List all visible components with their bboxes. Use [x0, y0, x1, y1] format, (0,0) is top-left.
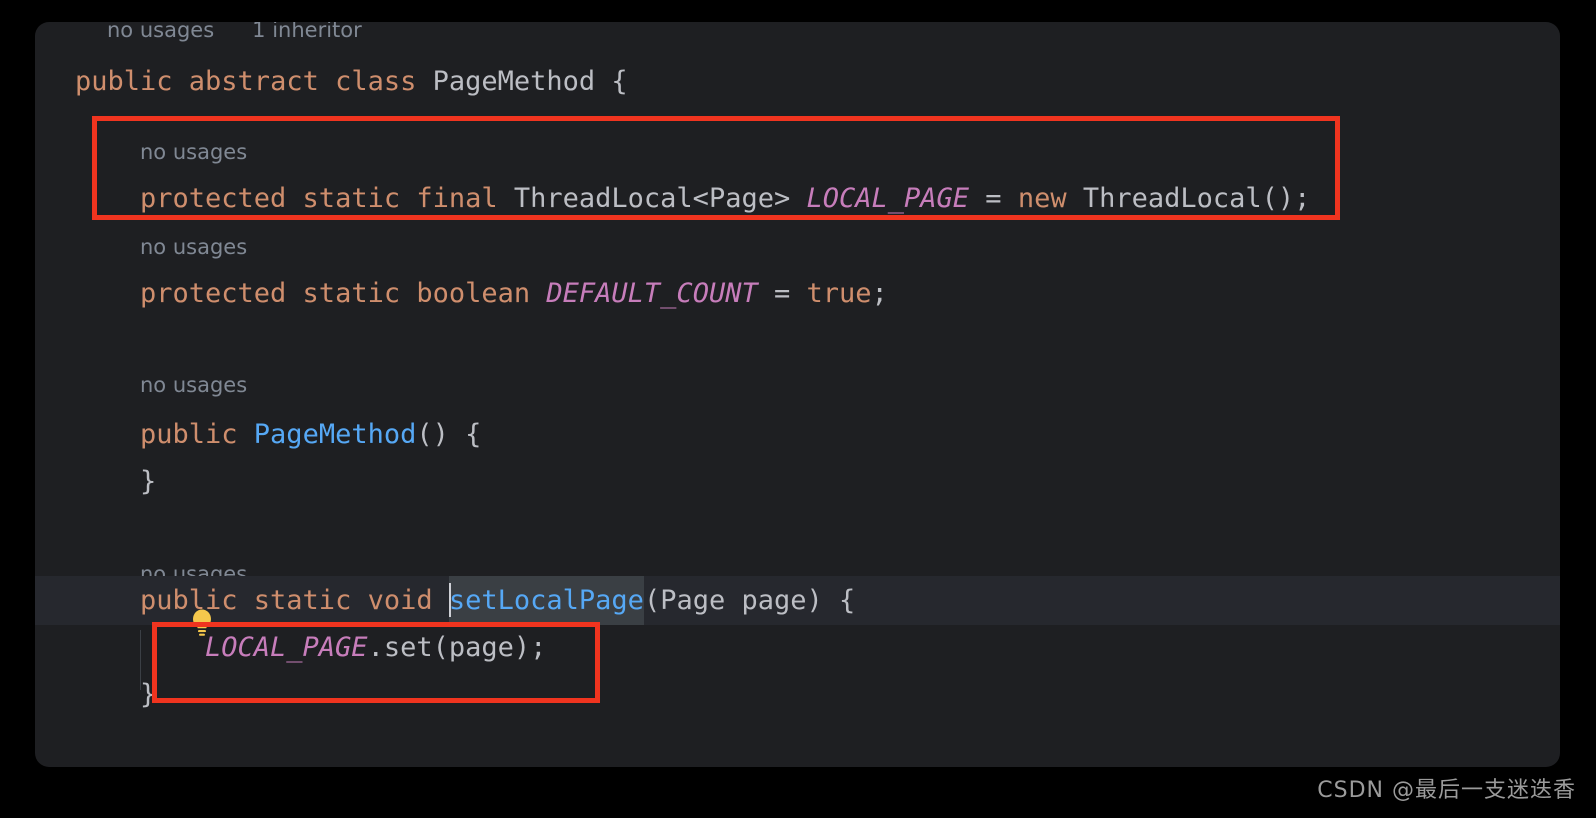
token-static-field: LOCAL_PAGE	[806, 183, 970, 214]
token-type: ThreadLocal<Page>	[513, 183, 807, 214]
hint-default-count-usages[interactable]: no usages	[35, 225, 1560, 269]
line-default-count-field[interactable]: protected static boolean DEFAULT_COUNT =…	[35, 269, 1560, 318]
code-editor-panel[interactable]: no usages 1 inheritor public abstract cl…	[35, 22, 1560, 767]
token-operator: =	[757, 278, 807, 309]
token-static-field: DEFAULT_COUNT	[546, 278, 758, 309]
watermark-text: CSDN @最后一支迷迭香	[1317, 778, 1576, 803]
token-parens: () {	[416, 419, 482, 450]
line-constructor-signature[interactable]: public PageMethod() {	[35, 410, 1560, 459]
line-setlocalpage-signature[interactable]: public static void setLocalPage (Page pag…	[35, 576, 1560, 625]
hint-local-page-usages[interactable]: no usages	[35, 130, 1560, 174]
token-keyword-new: new	[1017, 183, 1083, 214]
token-brace: }	[140, 466, 157, 497]
token-keyword: protected static final	[140, 183, 514, 214]
token-method-call: .set(page);	[367, 632, 547, 663]
code-area[interactable]: no usages 1 inheritor public abstract cl…	[35, 22, 1560, 767]
token-keyword: public	[140, 419, 254, 450]
token-parameters: (Page page) {	[643, 585, 856, 616]
lightbulb-icon[interactable]	[91, 555, 211, 636]
token-semicolon: ;	[871, 278, 888, 309]
token-static-field: LOCAL_PAGE	[205, 632, 368, 663]
line-constructor-close[interactable]: }	[35, 457, 1560, 506]
hint-constructor-usages[interactable]: no usages	[35, 363, 1560, 407]
line-setlocalpage-body[interactable]: LOCAL_PAGE .set(page);	[35, 623, 1560, 672]
hint-label: no usages	[140, 372, 248, 397]
token-method-name[interactable]: setLocalPage	[448, 576, 644, 625]
hint-label: no usages	[140, 139, 248, 164]
token-boolean-literal: true	[806, 278, 872, 309]
token-constructor-call: ThreadLocal();	[1082, 183, 1311, 214]
token-class-name: PageMethod {	[432, 66, 628, 97]
hint-label: no usages	[140, 234, 248, 259]
text-caret	[448, 582, 451, 617]
line-class-declaration[interactable]: public abstract class PageMethod {	[35, 57, 1560, 106]
class-usage-hint-row: no usages 1 inheritor	[35, 22, 1560, 52]
token-constructor-name: PageMethod	[253, 419, 417, 450]
token-operator: =	[969, 183, 1018, 214]
token-keyword: public abstract class	[75, 66, 433, 97]
class-inheritors-hint[interactable]: 1 inheritor	[252, 22, 362, 55]
class-usages-hint[interactable]: no usages	[107, 22, 214, 55]
line-setlocalpage-close[interactable]: }	[35, 670, 1560, 719]
line-local-page-field[interactable]: protected static final ThreadLocal<Page>…	[35, 174, 1560, 223]
token-keyword: protected static boolean	[140, 278, 547, 309]
